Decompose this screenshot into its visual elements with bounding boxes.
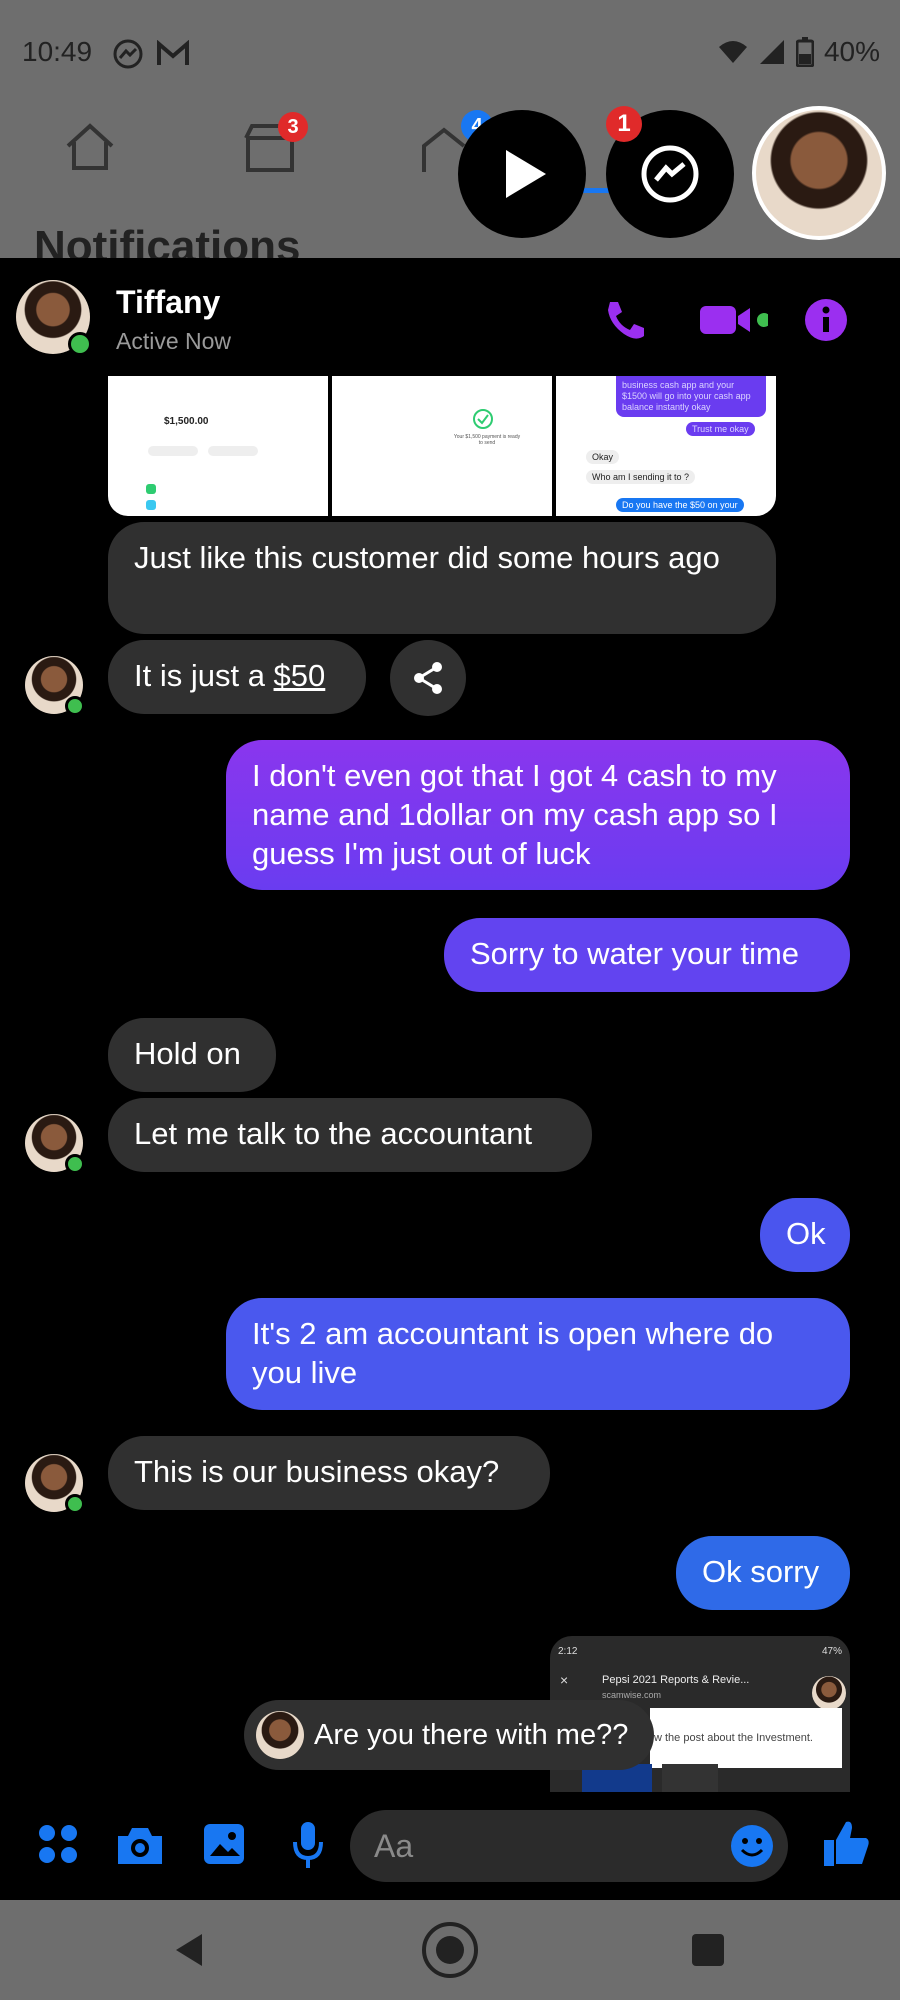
typing-preview[interactable]: Are you there with me?? [244,1700,655,1770]
message-outgoing: Ok [760,1198,850,1272]
battery-percent: 40% [823,36,880,67]
contact-status: Active Now [116,328,232,354]
money-link[interactable]: $50 [274,658,326,693]
message-outgoing: Sorry to water your time [444,918,850,992]
video-chathead[interactable] [458,110,586,238]
messenger-badge: 1 [606,106,642,142]
preview-url: scamwise.com [602,1690,662,1700]
online-indicator [65,1494,85,1514]
signal-icon [759,40,784,64]
preview-avatar [812,1676,846,1710]
emoji-icon[interactable] [730,1824,774,1868]
marketplace-badge: 3 [278,112,308,142]
message-input[interactable]: Aa [350,1810,788,1882]
conv-line-2: Trust me okay [686,422,755,436]
message-outgoing: It's 2 am accountant is open where do yo… [226,1298,850,1410]
video-call-icon[interactable] [698,302,768,338]
message-text: It is just a [134,658,274,693]
contact-name[interactable]: Tiffany [116,284,220,321]
conv-line-4: Who am I sending it to ? [586,470,696,484]
message-incoming: Just like this customer did some hours a… [108,522,776,634]
contact-chathead-avatar[interactable] [752,106,886,240]
preview-snippet: w the post about the Investment. [654,1732,813,1744]
shared-images-strip[interactable]: $1,500.00 Your $1,500 payment is ready t… [108,376,776,516]
check-icon [473,409,493,429]
info-icon[interactable] [804,298,848,342]
gallery-icon[interactable] [202,1822,246,1866]
message-composer: Aa [0,1800,900,1890]
share-button[interactable] [390,640,466,716]
microphone-icon[interactable] [292,1820,324,1870]
conv-line-1: business cash app and your $1500 will go… [616,376,766,417]
message-outgoing: Ok sorry [676,1536,850,1610]
camera-icon[interactable] [116,1826,164,1866]
status-right: 40% [718,36,880,68]
preview-page-title: Pepsi 2021 Reports & Revie... [602,1674,750,1686]
cashapp-amount: $1,500.00 [164,416,209,427]
messenger-status-icon [113,39,143,69]
preview-battery: 47% [821,1646,842,1657]
wifi-icon [718,41,747,63]
message-input-placeholder: Aa [374,1828,414,1864]
preview-time: 2:12 [558,1646,578,1657]
back-icon[interactable] [170,1930,210,1970]
system-nav-bar [0,1900,900,2000]
chat-header: Tiffany Active Now [0,258,900,376]
message-incoming: Let me talk to the accountant [108,1098,592,1172]
message-incoming: Hold on [108,1018,276,1092]
shared-image-conversation[interactable]: business cash app and your $1500 will go… [556,376,776,516]
phone-call-icon[interactable] [602,298,646,342]
home-icon[interactable] [62,118,118,174]
apps-menu-icon[interactable] [38,1824,78,1864]
conv-line-3: Okay [586,450,620,464]
shared-image-cashapp-balance[interactable]: $1,500.00 [108,376,328,516]
share-icon [414,662,442,694]
battery-icon [795,37,814,67]
recents-icon[interactable] [690,1932,726,1968]
payment-success-text: Your $1,500 payment is ready to send [453,434,521,446]
message-outgoing: I don't even got that I got 4 cash to my… [226,740,850,890]
shared-image-payment-success[interactable]: Your $1,500 payment is ready to send [332,376,552,516]
gmail-status-icon [157,40,189,65]
status-time: 10:49 [22,36,93,67]
thumbs-up-icon[interactable] [822,1818,870,1868]
messenger-icon [641,145,699,203]
close-icon: × [560,1672,569,1688]
online-indicator [65,696,85,716]
typing-preview-text: Are you there with me?? [314,1718,629,1751]
online-indicator [68,332,92,356]
home-button-icon[interactable] [420,1920,480,1980]
message-incoming: This is our business okay? [108,1436,550,1510]
online-indicator [65,1154,85,1174]
typing-preview-avatar [256,1711,304,1759]
message-incoming: It is just a $50 [108,640,366,714]
conv-line-5: Do you have the $50 on your [616,498,744,512]
status-bar: 10:49 40% [0,0,900,108]
play-icon [506,150,546,198]
